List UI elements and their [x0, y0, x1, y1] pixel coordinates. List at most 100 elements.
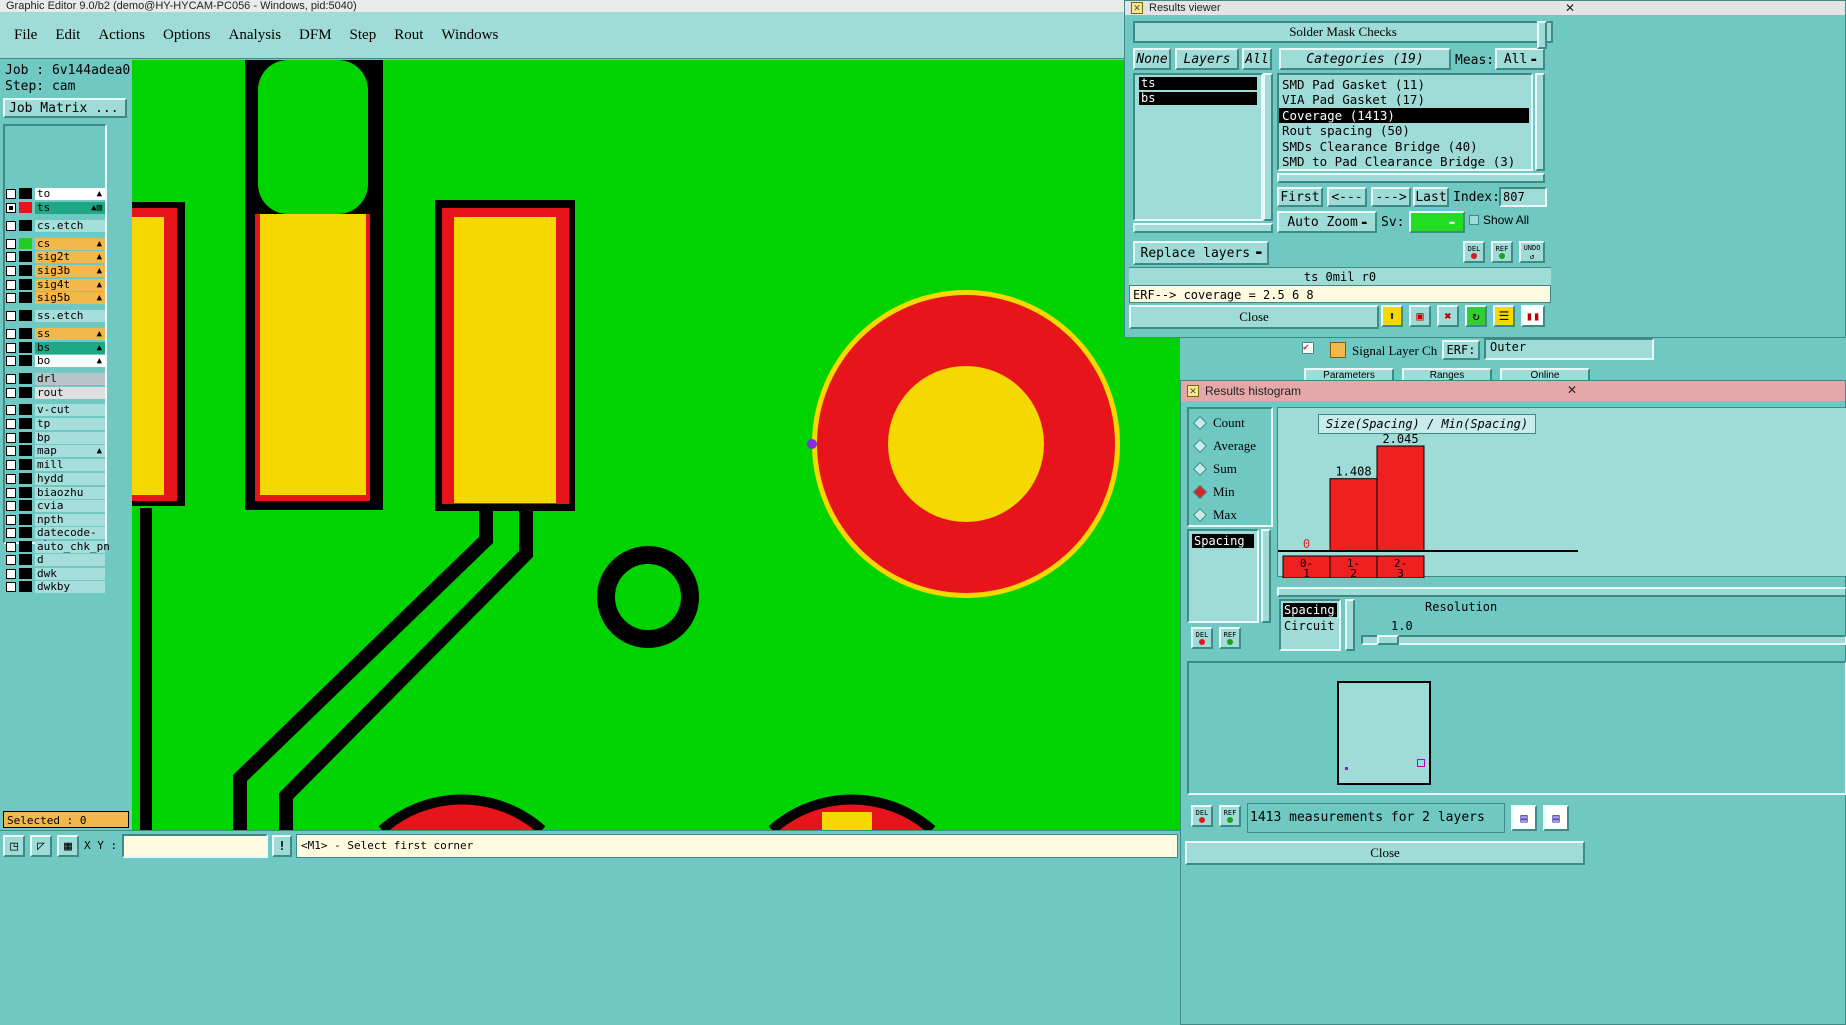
layer-checkbox[interactable]	[6, 202, 16, 213]
preview-del-button[interactable]: DEL	[1191, 805, 1213, 827]
layer-name[interactable]: cs.etch	[35, 219, 105, 232]
layer-name[interactable]: cs ▲	[35, 237, 105, 250]
layer-checkbox[interactable]	[6, 581, 16, 592]
layer-checkbox[interactable]	[6, 251, 16, 262]
layer-row[interactable]: to ▲	[6, 187, 105, 200]
menu-step[interactable]: Step	[350, 27, 377, 44]
layer-row[interactable]: bo ▲	[6, 354, 105, 367]
layer-checkbox[interactable]	[6, 568, 16, 579]
category-scrollbar[interactable]	[1535, 73, 1545, 171]
layer-row[interactable]: dwkby	[6, 580, 105, 593]
menu-rout[interactable]: Rout	[394, 27, 423, 44]
layer-color-swatch[interactable]	[19, 292, 32, 303]
spacing-opt-spacing[interactable]: Spacing	[1283, 603, 1337, 617]
show-all-checkbox[interactable]	[1469, 215, 1479, 225]
histogram-close-button[interactable]: Close	[1185, 841, 1585, 865]
resolution-slider-thumb[interactable]	[1377, 635, 1399, 645]
tool-clear-button[interactable]: ✖	[1437, 305, 1459, 327]
layer-checkbox[interactable]	[6, 404, 16, 415]
prev-button[interactable]: <---	[1327, 187, 1367, 207]
layer-result-ts[interactable]: ts	[1139, 77, 1257, 90]
param-scrollbar[interactable]	[1261, 529, 1271, 623]
menu-windows[interactable]: Windows	[441, 27, 498, 44]
layer-name[interactable]: ss ▲	[35, 327, 105, 340]
layer-row[interactable]: dwk	[6, 567, 105, 580]
layer-name[interactable]: sig3b ▲	[35, 264, 105, 277]
layer-color-swatch[interactable]	[19, 541, 32, 552]
preview-ref-button[interactable]: REF	[1219, 805, 1241, 827]
radio-icon[interactable]	[1192, 415, 1208, 430]
layer-name[interactable]: biaozhu	[35, 486, 105, 499]
layer-color-swatch[interactable]	[19, 514, 32, 525]
layer-checkbox[interactable]	[6, 432, 16, 443]
histogram-bar[interactable]	[1329, 478, 1378, 552]
layer-color-swatch[interactable]	[19, 527, 32, 538]
close-icon[interactable]: ✕	[1567, 383, 1577, 397]
layer-color-swatch[interactable]	[19, 581, 32, 592]
chart-hscroll[interactable]	[1277, 587, 1846, 597]
xy-exec-button[interactable]: !	[272, 835, 292, 857]
layer-row[interactable]: ts ▲▧	[6, 201, 105, 214]
layer-row[interactable]: mill	[6, 458, 105, 471]
tool-a-button[interactable]: ◳	[3, 835, 25, 857]
radio-icon[interactable]	[1192, 507, 1208, 522]
layer-name[interactable]: tp	[35, 417, 105, 430]
menu-file[interactable]: File	[14, 27, 37, 44]
layer-name[interactable]: ss.etch	[35, 309, 105, 322]
right-vscroll[interactable]	[1537, 21, 1547, 49]
layer-row[interactable]: ss.etch	[6, 309, 105, 322]
tool-pin-button[interactable]: ⬆	[1381, 305, 1403, 327]
undo-button[interactable]: UNDO ↺	[1519, 241, 1545, 263]
layer-name[interactable]: cvia	[35, 499, 105, 512]
xy-input[interactable]	[122, 834, 268, 858]
layer-color-swatch[interactable]	[19, 500, 32, 511]
layer-name[interactable]: bs ▲	[35, 341, 105, 354]
layer-color-swatch[interactable]	[19, 328, 32, 339]
mode-option[interactable]: Max	[1192, 503, 1271, 526]
layer-name[interactable]: sig5b ▲	[35, 291, 105, 304]
layer-checkbox[interactable]	[6, 445, 16, 456]
close-icon[interactable]: ✕	[1565, 1, 1575, 15]
layer-checkbox[interactable]	[6, 418, 16, 429]
menu-actions[interactable]: Actions	[98, 27, 145, 44]
menu-analysis[interactable]: Analysis	[229, 27, 282, 44]
spacing-scrollbar[interactable]	[1345, 599, 1355, 651]
layer-name[interactable]: sig4t ▲	[35, 278, 105, 291]
hist-export2-button[interactable]: ▤	[1543, 805, 1569, 831]
layer-color-swatch[interactable]	[19, 202, 32, 213]
layer-checkbox[interactable]	[6, 220, 16, 231]
layer-checkbox[interactable]	[6, 279, 16, 290]
auto-zoom-dropdown[interactable]: Auto Zoom ▬	[1277, 211, 1377, 233]
layer-row[interactable]: bp	[6, 431, 105, 444]
ref-button[interactable]: REF	[1491, 241, 1513, 263]
del-button[interactable]: DEL	[1463, 241, 1485, 263]
layer-name[interactable]: mill	[35, 458, 105, 471]
layer-name[interactable]: hydd	[35, 472, 105, 485]
layer-checkbox[interactable]	[6, 292, 16, 303]
none-button[interactable]: None	[1133, 48, 1171, 70]
layer-checkbox[interactable]	[6, 554, 16, 565]
layer-row[interactable]: ss ▲	[6, 327, 105, 340]
layer-name[interactable]: to ▲	[35, 187, 105, 200]
layer-row[interactable]: cs.etch	[6, 219, 105, 232]
layer-row[interactable]: v-cut	[6, 403, 105, 416]
layer-checkbox[interactable]	[6, 238, 16, 249]
layer-name[interactable]: npth	[35, 513, 105, 526]
tool-b-button[interactable]: ◸	[30, 835, 52, 857]
layer-row[interactable]: rout	[6, 386, 105, 399]
layer-row[interactable]: datecode-pbe	[6, 526, 105, 550]
layer-color-swatch[interactable]	[19, 310, 32, 321]
layer-row[interactable]: map ▲	[6, 444, 105, 457]
signal-checkbox[interactable]: ✔	[1302, 342, 1314, 354]
layer-name[interactable]: ts ▲▧	[35, 201, 105, 214]
layer-name[interactable]: sig2t ▲	[35, 250, 105, 263]
layer-color-swatch[interactable]	[19, 251, 32, 262]
layer-result-bs[interactable]: bs	[1139, 92, 1257, 105]
category-hscroll[interactable]	[1277, 173, 1545, 183]
layer-row[interactable]: npth	[6, 513, 105, 526]
layer-row[interactable]: cvia	[6, 499, 105, 512]
layer-checkbox[interactable]	[6, 514, 16, 525]
category-item[interactable]: Rout spacing (50)	[1279, 123, 1529, 138]
category-item[interactable]: VIA Pad Gasket (17)	[1279, 92, 1529, 107]
layer-color-swatch[interactable]	[19, 554, 32, 565]
